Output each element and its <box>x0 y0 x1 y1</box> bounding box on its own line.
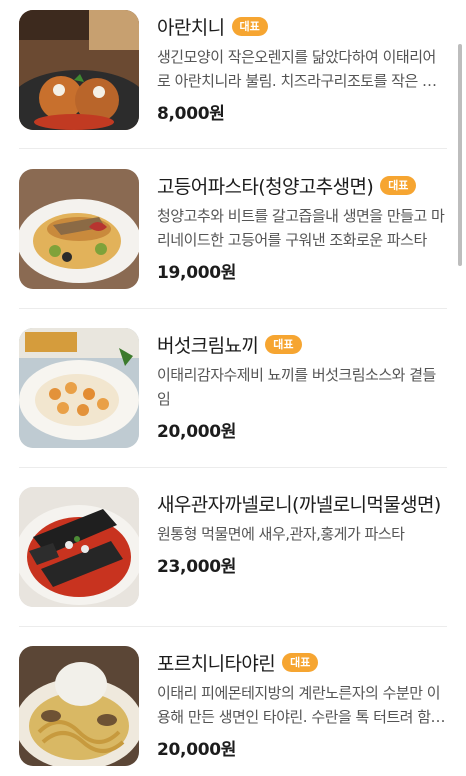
divider <box>19 308 447 309</box>
signature-badge: 대표 <box>380 175 417 195</box>
menu-item-mackerel-pasta[interactable]: 고등어파스타(청양고추생면) 대표 청양고추와 비트를 갈고즙을내 생면을 만들… <box>19 169 449 291</box>
menu-item-name: 버섯크림뇨끼 <box>157 334 259 357</box>
menu-item-gnocchi[interactable]: 버섯크림뇨끼 대표 이태리감자수제비 뇨끼를 버섯크림소스와 곁들임 20,00… <box>19 328 449 450</box>
divider <box>19 467 447 468</box>
menu-item-tajarin[interactable]: 포르치니타야린 대표 이태리 피에몬테지방의 계란노른자의 수분만 이용해 만든… <box>19 646 449 768</box>
menu-item-description: 이태리 피에몬테지방의 계란노른자의 수분만 이용해 만든 생면인 타야린. 수… <box>157 684 444 726</box>
menu-item-price: 20,000원 <box>157 740 237 760</box>
gnocchi-photo <box>19 328 139 448</box>
cannelloni-photo <box>19 487 139 607</box>
menu-item-description: 이태리감자수제비 뇨끼를 버섯크림소스와 곁들임 <box>157 366 436 408</box>
menu-item-price: 20,000원 <box>157 422 237 442</box>
divider <box>19 626 447 627</box>
menu-item-price: 8,000원 <box>157 104 225 124</box>
menu-item-price: 23,000원 <box>157 557 237 577</box>
menu-item-name: 고등어파스타(청양고추생면) <box>157 175 374 198</box>
signature-badge: 대표 <box>265 334 302 354</box>
signature-badge: 대표 <box>231 16 268 36</box>
scrollbar[interactable] <box>458 44 462 266</box>
divider <box>19 148 447 149</box>
menu-item-description: 원통형 먹물면에 새우,관자,홍게가 파스타 <box>157 525 405 543</box>
tajarin-photo <box>19 646 139 766</box>
signature-badge: 대표 <box>282 652 319 672</box>
mackerel-pasta-photo <box>19 169 139 289</box>
menu-item-cannelloni[interactable]: 새우관자까넬로니(까넬로니먹물생면) 원통형 먹물면에 새우,관자,홍게가 파스… <box>19 487 449 609</box>
menu-item-name: 포르치니타야린 <box>157 652 276 675</box>
menu-item-description: 청양고추와 비트를 갈고즙을내 생면을 만들고 마리네이드한 고등어를 구워낸 … <box>157 207 445 249</box>
arancini-photo <box>19 10 139 130</box>
menu-item-description: 생긴모양이 작은오렌지를 닮았다하여 이태리어로 아란치니라 불림. 치즈라구리… <box>157 48 449 90</box>
menu-item-name: 새우관자까넬로니(까넬로니먹물생면) <box>157 493 441 516</box>
menu-item-name: 아란치니 <box>157 16 225 39</box>
menu-item-arancini[interactable]: 아란치니 대표 생긴모양이 작은오렌지를 닮았다하여 이태리어로 아란치니라 불… <box>19 10 449 132</box>
menu-list: 아란치니 대표 생긴모양이 작은오렌지를 닮았다하여 이태리어로 아란치니라 불… <box>0 0 466 776</box>
menu-item-price: 19,000원 <box>157 263 237 283</box>
